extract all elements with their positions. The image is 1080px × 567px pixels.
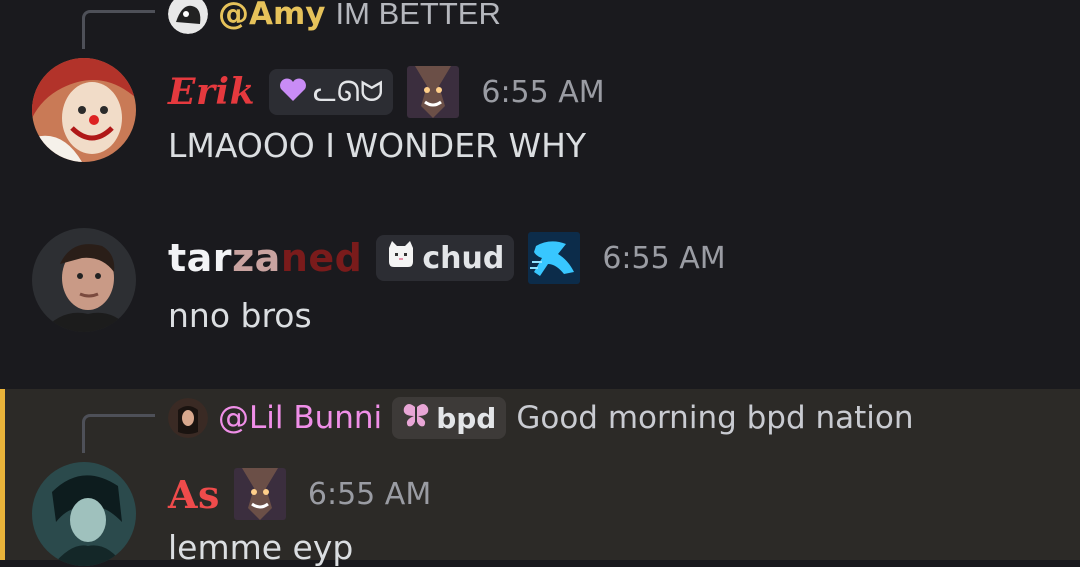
avatar[interactable] <box>32 462 136 566</box>
reply-preview[interactable]: @Amy IM BETTER <box>168 0 501 36</box>
mention-highlight-bar <box>0 389 5 560</box>
reply-avatar[interactable] <box>168 398 208 438</box>
reply-preview[interactable]: @Lil Bunni bpd Good morning bpd nation <box>168 396 914 440</box>
reply-spine <box>82 414 155 453</box>
username[interactable]: Erik <box>168 71 255 113</box>
message-header: tarzaned chud 6:55 AM <box>168 230 726 286</box>
message-content: LMAOOO I WONDER WHY <box>168 126 587 165</box>
timestamp[interactable]: 6:55 AM <box>308 477 431 512</box>
message-content: lemme eyp <box>168 528 354 567</box>
avatar[interactable] <box>32 228 136 332</box>
runner-emote <box>528 232 581 284</box>
reply-username[interactable]: @Amy <box>218 0 326 32</box>
reply-text[interactable]: IM BETTER <box>336 0 501 32</box>
timestamp[interactable]: 6:55 AM <box>481 75 604 110</box>
purple-heart-icon <box>279 75 307 110</box>
champion-emote <box>407 66 460 118</box>
reply-text[interactable]: Good morning bpd nation <box>516 400 913 436</box>
username[interactable]: tarzaned <box>168 236 362 280</box>
reply-spine <box>82 10 155 49</box>
champion-emote <box>233 468 286 520</box>
guild-tag[interactable]: ᓚᘏᗢ <box>269 69 394 115</box>
avatar[interactable] <box>32 58 136 162</box>
reply-avatar[interactable] <box>168 0 208 34</box>
cat-icon <box>386 240 416 276</box>
message-content: nno bros <box>168 296 312 335</box>
message-header: Erik ᓚᘏᗢ 6:55 AM <box>168 64 605 120</box>
username-part: za <box>232 236 281 280</box>
reply-guild-tag[interactable]: bpd <box>392 397 507 439</box>
timestamp[interactable]: 6:55 AM <box>602 241 725 276</box>
butterfly-icon <box>402 402 430 435</box>
guild-tag[interactable]: chud <box>376 235 515 281</box>
username[interactable]: As <box>168 472 220 517</box>
guild-tag-label: chud <box>422 240 505 276</box>
message-header: As 6:55 AM <box>168 466 431 522</box>
reply-username[interactable]: @Lil Bunni <box>218 400 382 436</box>
username-part: ned <box>280 236 363 280</box>
guild-tag-label: ᓚᘏᗢ <box>313 75 384 108</box>
username-part: tar <box>168 236 233 280</box>
guild-tag-label: bpd <box>436 401 497 435</box>
